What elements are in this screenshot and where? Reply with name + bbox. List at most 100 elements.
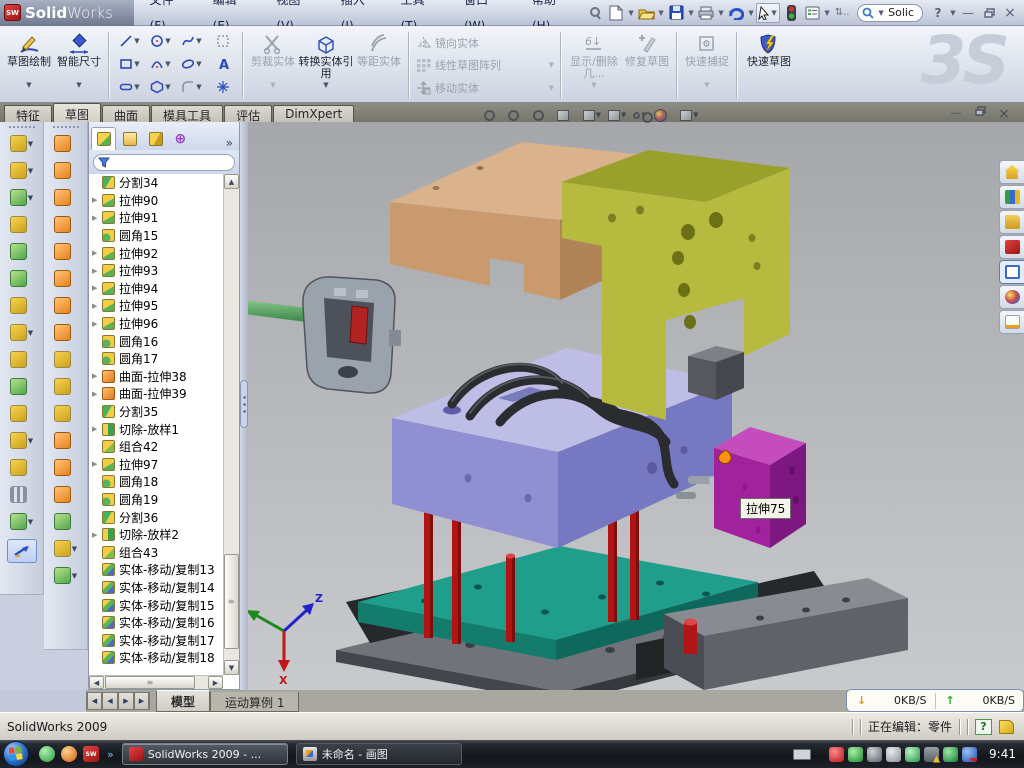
display-pane-icon[interactable]: ⇅.. <box>832 3 852 23</box>
configurationmanager-tab[interactable] <box>143 127 168 150</box>
spline-tool[interactable]: ▼ <box>176 29 207 52</box>
fillet-icon[interactable]: ▼ <box>4 184 40 211</box>
chevron-down-icon[interactable]: ▼ <box>823 9 831 17</box>
quicklaunch-messenger-icon[interactable] <box>39 746 55 762</box>
polygon-tool[interactable]: ▼ <box>145 75 176 98</box>
undo-icon[interactable] <box>726 3 746 23</box>
tree-item[interactable]: ▶ 实体-移动/复制13 <box>89 561 223 579</box>
panel-collapse-handle[interactable]: ◂◂◂ <box>240 380 248 428</box>
quicklaunch-media-icon[interactable] <box>61 746 77 762</box>
text-tool[interactable]: A <box>207 52 238 75</box>
chevron-down-icon[interactable]: ▼ <box>134 60 139 68</box>
minimize-button[interactable]: — <box>958 5 978 21</box>
options-icon[interactable] <box>802 3 822 23</box>
extend-surface-icon[interactable]: ▼ <box>48 454 84 481</box>
chevron-down-icon[interactable]: ▼ <box>323 81 328 89</box>
taskpane-search-tab[interactable] <box>999 260 1024 284</box>
toolbar-pin-icon[interactable] <box>585 3 605 23</box>
rapid-sketch-button[interactable]: 快速草图 <box>742 29 796 101</box>
sketch-button[interactable]: 草图绘制 ▼ <box>4 29 54 101</box>
reference-point-icon[interactable]: ▼ <box>48 535 84 562</box>
status-help-button[interactable]: ? <box>975 719 992 735</box>
chevron-down-icon[interactable]: ▼ <box>76 81 81 89</box>
tray-volume-icon[interactable] <box>886 747 901 762</box>
tags-icon[interactable] <box>999 720 1014 734</box>
core-block-part[interactable] <box>392 346 744 548</box>
tree-item[interactable]: ▶ 拉伸90 <box>89 192 223 210</box>
fillet-surface-icon[interactable]: ▼ <box>48 508 84 535</box>
tree-item[interactable]: ▶ 圆角19 <box>89 491 223 509</box>
view-settings-icon[interactable]: ▼ <box>680 110 698 121</box>
chevron-down-icon[interactable]: ▼ <box>627 9 635 17</box>
hole-wizard-icon[interactable]: ▼ <box>4 292 40 319</box>
quick-snaps-button[interactable]: 快速捕捉 ▼ <box>682 29 732 101</box>
tree-item[interactable]: ▶ 实体-移动/复制15 <box>89 596 223 614</box>
filled-surface-icon[interactable]: ▼ <box>48 265 84 292</box>
expand-arrow-icon[interactable]: ▶ <box>92 249 102 257</box>
dimxpertmanager-tab[interactable]: ⊕ <box>169 127 194 150</box>
reference-geometry-icon[interactable]: ▼ <box>4 427 40 454</box>
tray-process-icon[interactable] <box>867 747 882 762</box>
trim-surface-icon[interactable]: ▼ <box>48 427 84 454</box>
taskpane-design-library-tab[interactable] <box>999 210 1024 234</box>
chevron-down-icon[interactable]: ▼ <box>134 83 139 91</box>
tray-update-icon[interactable] <box>905 747 920 762</box>
prev-sheet-button[interactable]: ◀ <box>102 692 118 710</box>
doc-restore-button[interactable] <box>972 106 988 122</box>
tray-sync-blocked-icon[interactable] <box>962 747 977 762</box>
doc-close-button[interactable]: × <box>996 106 1012 122</box>
scroll-thumb[interactable]: ≡ <box>105 676 195 689</box>
doc-minimize-button[interactable]: — <box>948 106 964 122</box>
command-tab[interactable]: 模具工具 <box>151 105 223 122</box>
draft-icon[interactable]: ▼ <box>4 265 40 292</box>
tree-item[interactable]: ▶ 曲面-拉伸38 <box>89 368 223 386</box>
select-tool[interactable]: ▼ <box>756 3 780 23</box>
arc-tool[interactable]: ▼ <box>145 52 176 75</box>
tree-item[interactable]: ▶ 拉伸95 <box>89 297 223 315</box>
new-document-icon[interactable] <box>606 3 626 23</box>
hide-show-items-icon[interactable]: ▼ <box>633 111 646 119</box>
scroll-up-button[interactable]: ▲ <box>224 174 239 189</box>
tree-item[interactable]: ▶ 拉伸92 <box>89 244 223 262</box>
swept-surface-icon[interactable]: ▼ <box>48 130 84 157</box>
expand-arrow-icon[interactable]: ▶ <box>92 284 102 292</box>
delete-face-icon[interactable]: ▼ <box>48 373 84 400</box>
expand-arrow-icon[interactable]: ▶ <box>92 531 102 539</box>
smart-dimension-button[interactable]: 智能尺寸 ▼ <box>54 29 104 101</box>
taskbar-clock[interactable]: 9:41 <box>989 747 1016 761</box>
tree-item[interactable]: ▶ 曲面-拉伸39 <box>89 385 223 403</box>
scroll-thumb[interactable]: ≡ <box>224 554 239 649</box>
tray-shield-plus-icon[interactable] <box>943 747 958 762</box>
tree-item[interactable]: ▶ 圆角18 <box>89 473 223 491</box>
move-entities-button[interactable]: 移动实体 ▼ <box>416 78 554 97</box>
plane-icon[interactable]: ▼ <box>4 454 40 481</box>
save-icon[interactable] <box>666 3 686 23</box>
selection-box-tool[interactable] <box>207 29 238 52</box>
chevron-down-icon[interactable]: ▼ <box>196 37 201 45</box>
rib-icon[interactable]: ▼ <box>4 211 40 238</box>
tree-item[interactable]: ▶ 实体-移动/复制17 <box>89 631 223 649</box>
linear-sketch-pattern-button[interactable]: 线性草图阵列 ▼ <box>416 56 554 75</box>
chevron-down-icon[interactable]: ▼ <box>196 60 201 68</box>
propertymanager-tab[interactable] <box>117 127 142 150</box>
tree-item[interactable]: ▶ 切除-放样1 <box>89 420 223 438</box>
search-box[interactable]: ▼ Solic <box>857 4 923 22</box>
taskbar-window-button[interactable]: SolidWorks 2009 - ... <box>122 743 288 765</box>
rebuild-icon[interactable] <box>781 3 801 23</box>
repair-sketch-button[interactable]: 修复草图 <box>622 29 672 101</box>
chevron-down-icon[interactable]: ▼ <box>165 60 170 68</box>
tree-item[interactable]: ▶ 分割36 <box>89 508 223 526</box>
tree-item[interactable]: ▶ 组合42 <box>89 438 223 456</box>
toolbar-grip[interactable] <box>53 126 79 128</box>
tree-item[interactable]: ▶ 切除-放样2 <box>89 526 223 544</box>
combine-bodies-icon[interactable]: ▼ <box>4 346 40 373</box>
chevron-double-icon[interactable]: » <box>222 136 237 150</box>
tree-item[interactable]: ▶ 圆角17 <box>89 350 223 368</box>
planar-surface-icon[interactable]: ▼ <box>48 292 84 319</box>
display-delete-relations-button[interactable]: 6↓ 显示/删除几... ▼ <box>566 29 622 101</box>
model-tab[interactable]: 运动算例 1 <box>210 692 299 712</box>
thicken-icon[interactable]: ▼ <box>48 400 84 427</box>
expand-arrow-icon[interactable]: ▶ <box>92 372 102 380</box>
extruded-boss-icon[interactable]: ▼ <box>4 130 40 157</box>
restore-button[interactable] <box>979 5 999 21</box>
